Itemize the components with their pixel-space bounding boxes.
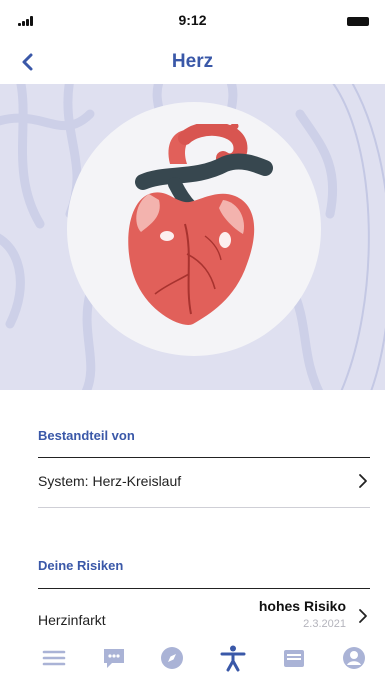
menu-icon[interactable]	[40, 644, 68, 672]
body-icon[interactable]	[219, 644, 247, 672]
page-title: Herz	[171, 51, 214, 72]
back-button[interactable]	[14, 48, 42, 76]
inbox-icon[interactable]	[280, 644, 308, 672]
row-divider	[38, 507, 370, 508]
profile-icon[interactable]	[340, 644, 368, 672]
risk-label: Herzinfarkt	[38, 612, 106, 628]
section-title-risks: Deine Risiken	[38, 558, 124, 573]
list-item-label: System: Herz-Kreislauf	[38, 473, 182, 489]
heart-illustration	[128, 124, 273, 325]
hero-banner	[0, 84, 385, 390]
chevron-right-icon	[359, 609, 367, 623]
chevron-right-icon	[359, 474, 367, 488]
battery-icon	[347, 17, 369, 26]
chat-icon[interactable]	[100, 644, 128, 672]
tab-bar	[0, 630, 385, 684]
compass-icon[interactable]	[158, 644, 186, 672]
status-time: 9:12	[178, 12, 207, 28]
list-item-system[interactable]: System: Herz-Kreislauf	[38, 459, 370, 503]
section-title-part-of: Bestandteil von	[38, 428, 135, 443]
section-divider	[38, 588, 370, 589]
navigation-bar: Herz	[0, 40, 385, 84]
risk-date: 2.3.2021	[303, 618, 346, 630]
status-bar: 9:12	[0, 0, 385, 40]
chevron-left-icon	[22, 53, 33, 71]
section-divider	[38, 457, 370, 458]
risk-level-badge: hohes Risiko	[258, 598, 346, 614]
